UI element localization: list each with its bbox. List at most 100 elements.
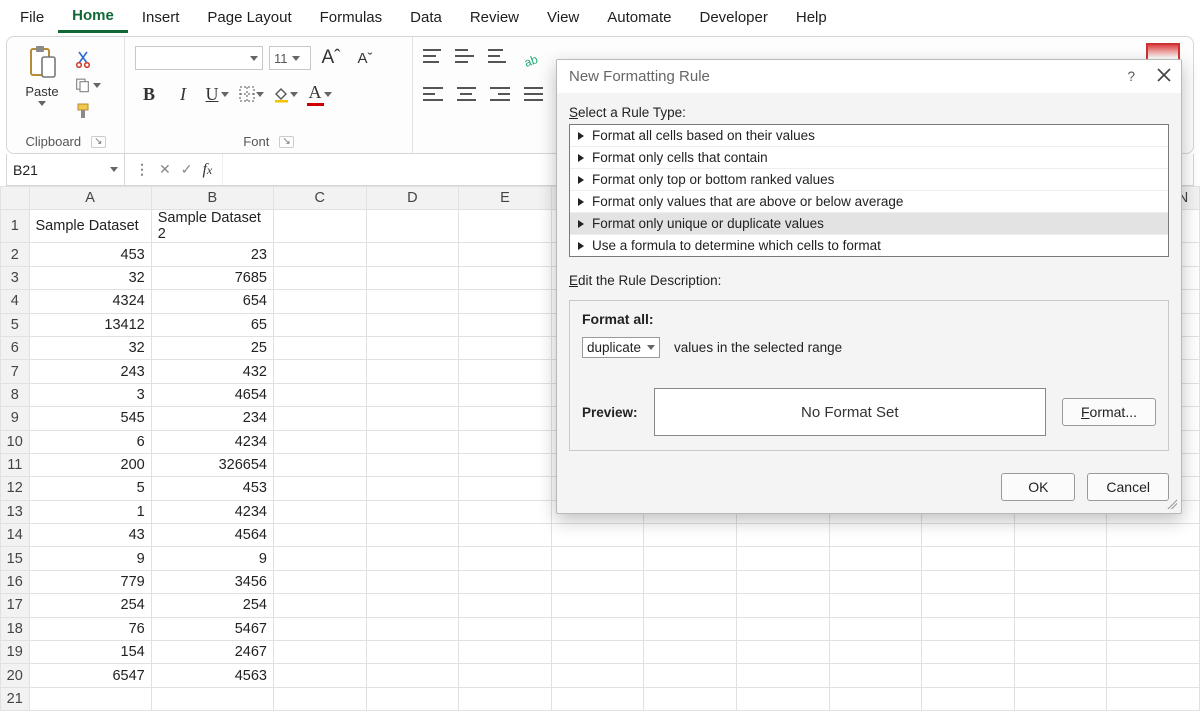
cell[interactable]	[829, 641, 922, 664]
cell[interactable]	[1107, 687, 1200, 710]
cell[interactable]	[459, 477, 552, 500]
cancel-button[interactable]: Cancel	[1087, 473, 1169, 501]
underline-button[interactable]: U	[203, 81, 231, 107]
orientation-button[interactable]: ab	[520, 47, 543, 73]
align-right-button[interactable]	[490, 85, 510, 103]
cell[interactable]: 3456	[151, 570, 273, 593]
cell[interactable]: 25	[151, 336, 273, 359]
cell[interactable]	[29, 687, 151, 710]
dialog-titlebar[interactable]: New Formatting Rule ?	[557, 60, 1181, 93]
row-header[interactable]: 10	[1, 430, 30, 453]
cell[interactable]: 254	[29, 594, 151, 617]
row-header[interactable]: 18	[1, 617, 30, 640]
cell[interactable]	[366, 641, 459, 664]
borders-button[interactable]	[237, 81, 265, 107]
cell[interactable]: 453	[151, 477, 273, 500]
cell[interactable]	[1014, 687, 1107, 710]
cell[interactable]	[366, 453, 459, 476]
cell[interactable]: 545	[29, 407, 151, 430]
cell[interactable]	[366, 290, 459, 313]
row-header[interactable]: 4	[1, 290, 30, 313]
cell[interactable]	[1107, 570, 1200, 593]
cell[interactable]: 6	[29, 430, 151, 453]
cell[interactable]: 326654	[151, 453, 273, 476]
cell[interactable]: 23	[151, 243, 273, 266]
cell[interactable]	[922, 594, 1015, 617]
cell[interactable]	[459, 617, 552, 640]
cell[interactable]: 7685	[151, 266, 273, 289]
cell[interactable]: 4324	[29, 290, 151, 313]
enter-formula-icon[interactable]: ✓	[181, 161, 193, 178]
cell[interactable]	[922, 570, 1015, 593]
cut-button[interactable]	[75, 49, 101, 69]
tab-formulas[interactable]: Formulas	[306, 5, 397, 32]
cell[interactable]	[366, 243, 459, 266]
cell[interactable]	[459, 290, 552, 313]
cell[interactable]	[644, 617, 737, 640]
cell[interactable]	[366, 266, 459, 289]
decrease-indent-button[interactable]	[524, 85, 544, 103]
paste-button[interactable]: Paste	[17, 45, 67, 106]
tab-data[interactable]: Data	[396, 5, 456, 32]
cell[interactable]: 3	[29, 383, 151, 406]
cell[interactable]	[1014, 641, 1107, 664]
fx-icon[interactable]: fx	[202, 161, 212, 179]
tab-view[interactable]: View	[533, 5, 593, 32]
dialog-launcher-icon[interactable]: ↘	[91, 136, 105, 148]
cell[interactable]	[459, 430, 552, 453]
row-header[interactable]: 3	[1, 266, 30, 289]
cell[interactable]	[459, 210, 552, 243]
row-header[interactable]: 5	[1, 313, 30, 336]
cell[interactable]: 65	[151, 313, 273, 336]
cell[interactable]	[274, 430, 367, 453]
cell[interactable]	[736, 664, 829, 687]
cell[interactable]	[829, 617, 922, 640]
cell[interactable]	[274, 500, 367, 523]
copy-button[interactable]	[75, 75, 101, 95]
cell[interactable]	[274, 594, 367, 617]
rule-type-list[interactable]: Format all cells based on their valuesFo…	[569, 124, 1169, 257]
cell[interactable]	[736, 617, 829, 640]
cell[interactable]	[829, 664, 922, 687]
cell[interactable]: 1	[29, 500, 151, 523]
cell[interactable]	[459, 570, 552, 593]
duplicate-unique-select[interactable]: duplicate	[582, 337, 660, 358]
rule-type-option[interactable]: Use a formula to determine which cells t…	[570, 235, 1168, 256]
cell[interactable]: 154	[29, 641, 151, 664]
cell[interactable]	[459, 641, 552, 664]
cell[interactable]	[366, 430, 459, 453]
grow-font-button[interactable]: Aˆ	[317, 45, 345, 71]
cell[interactable]	[459, 313, 552, 336]
row-header[interactable]: 9	[1, 407, 30, 430]
cell[interactable]	[366, 313, 459, 336]
cell[interactable]	[274, 687, 367, 710]
tab-insert[interactable]: Insert	[128, 5, 194, 32]
cell[interactable]	[551, 547, 644, 570]
cell[interactable]: 4654	[151, 383, 273, 406]
cell[interactable]	[644, 664, 737, 687]
row-header[interactable]: 2	[1, 243, 30, 266]
cell[interactable]	[922, 687, 1015, 710]
cell[interactable]	[459, 407, 552, 430]
cell[interactable]: 6547	[29, 664, 151, 687]
cell[interactable]: 4234	[151, 500, 273, 523]
cell[interactable]	[736, 524, 829, 547]
align-center-button[interactable]	[457, 85, 477, 103]
cell[interactable]	[274, 290, 367, 313]
row-header[interactable]: 17	[1, 594, 30, 617]
cell[interactable]	[922, 617, 1015, 640]
row-header[interactable]: 21	[1, 687, 30, 710]
cell[interactable]	[459, 500, 552, 523]
cell[interactable]	[459, 594, 552, 617]
cell[interactable]	[366, 477, 459, 500]
tab-file[interactable]: File	[6, 5, 58, 32]
cell[interactable]	[829, 570, 922, 593]
cell[interactable]	[551, 641, 644, 664]
rule-type-option[interactable]: Format only unique or duplicate values	[570, 213, 1168, 235]
cell[interactable]	[366, 383, 459, 406]
cell[interactable]	[644, 594, 737, 617]
cell[interactable]	[274, 477, 367, 500]
rule-type-option[interactable]: Format only cells that contain	[570, 147, 1168, 169]
format-button[interactable]: Format...	[1062, 398, 1156, 426]
dialog-launcher-icon[interactable]: ↘	[279, 136, 293, 148]
